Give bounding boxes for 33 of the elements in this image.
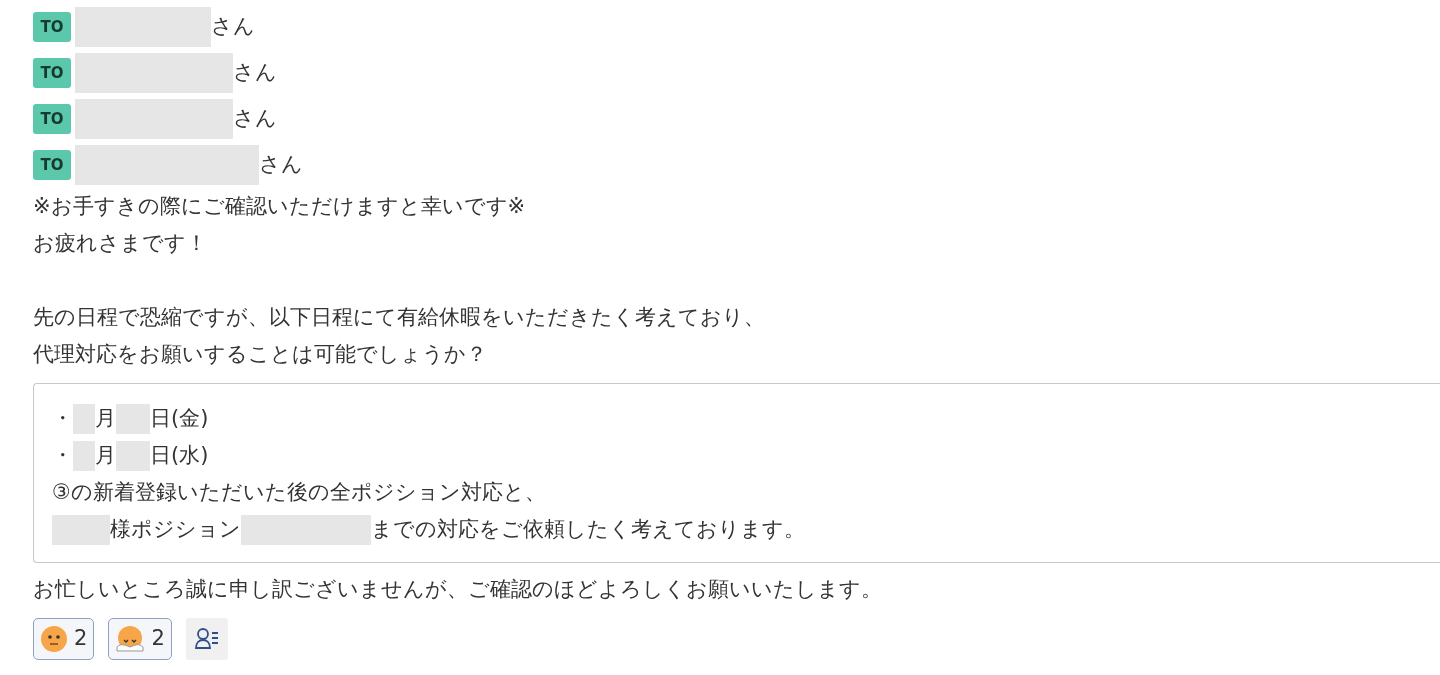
to-badge: TO — [33, 104, 71, 134]
redaction-block — [52, 514, 110, 545]
name-suffix: さん — [233, 105, 277, 133]
redaction-block — [116, 403, 150, 434]
quote-text: までの対応をご依頼したく考えております。 — [371, 516, 805, 543]
name-suffix: さん — [233, 59, 277, 87]
message-text: 代理対応をお願いすることは可能でしょうか？ — [33, 342, 487, 366]
quote-text: 月 — [95, 405, 116, 432]
to-badge: TO — [33, 12, 71, 42]
quote-text: ・ — [52, 442, 73, 469]
smiling-emoji-icon — [40, 625, 68, 653]
message-text: お忙しいところ誠に申し訳ございませんが、ご確認のほどよろしくお願いいたします。 — [33, 577, 882, 601]
name-suffix: さん — [211, 13, 255, 41]
quote-text: 様ポジション — [110, 516, 241, 543]
to-badge: TO — [33, 58, 71, 88]
quote-text: ③の新着登録いただいた後の全ポジション対応と、 — [52, 479, 546, 506]
redaction-block — [73, 403, 95, 434]
to-badge: TO — [33, 150, 71, 180]
reaction-button[interactable]: 2 — [33, 618, 95, 660]
name-suffix: さん — [259, 151, 303, 179]
message-text: お疲れさまです！ — [33, 231, 207, 255]
reaction-button[interactable]: 2 — [108, 618, 172, 660]
bowing-emoji-icon — [115, 625, 146, 653]
redaction-block — [116, 440, 150, 471]
message-text: ※お手すきの際にご確認いただけますと幸いです※ — [33, 194, 526, 218]
readers-button[interactable] — [185, 618, 228, 660]
message-text: 先の日程で恐縮ですが、以下日程にて有給休暇をいただきたく考えており、 — [33, 305, 765, 329]
quote-text: ・ — [52, 405, 73, 432]
redaction-block — [73, 440, 95, 471]
person-list-icon — [193, 627, 220, 651]
quote-text: 日(水) — [150, 442, 209, 469]
quote-text: 日(金) — [150, 405, 209, 432]
quote-text: 月 — [95, 442, 116, 469]
